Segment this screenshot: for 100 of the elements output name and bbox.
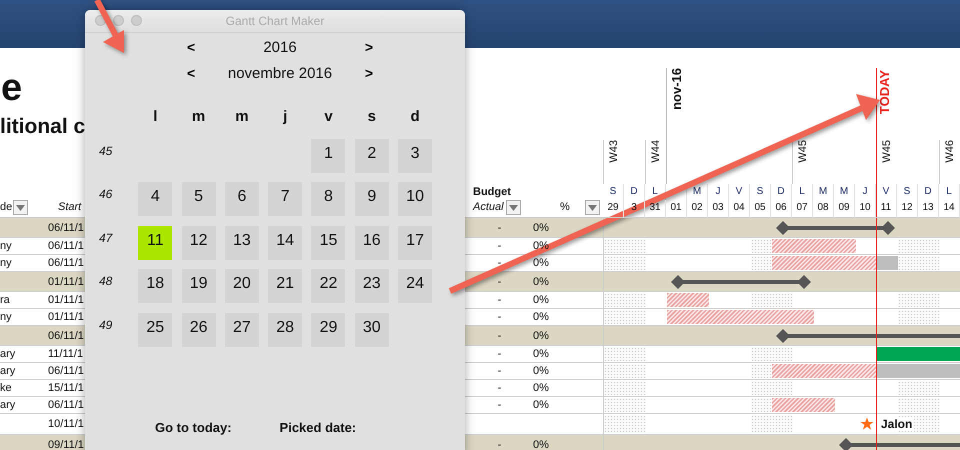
weekend-shading (604, 310, 646, 324)
calendar-day[interactable]: 27 (224, 312, 259, 347)
table-cell: - (498, 222, 502, 234)
planned-bar (772, 398, 835, 412)
table-cell: - (498, 311, 502, 323)
milestone-label: Jalon (880, 417, 914, 431)
calendar-day[interactable]: 30 (354, 312, 389, 347)
previous-month-button[interactable]: < (185, 65, 198, 81)
week-number: 45 (98, 142, 114, 160)
picked-date-label: Picked date: (280, 420, 356, 435)
calendar-day[interactable]: 17 (398, 226, 432, 260)
calendar-day[interactable]: 21 (268, 269, 302, 304)
filter-dropdown-button[interactable] (584, 200, 600, 215)
week-label: W46 (943, 140, 957, 163)
table-cell: - (498, 330, 502, 342)
planned-bar (667, 293, 709, 307)
column-header: Start (58, 200, 82, 215)
week-label: W45 (880, 140, 894, 163)
calendar-day[interactable]: 7 (268, 182, 302, 216)
calendar-day[interactable]: 10 (398, 182, 432, 216)
year-label: 2016 (263, 38, 297, 56)
week-number: 46 (98, 186, 114, 204)
weekday-letter: L (792, 184, 813, 200)
calendar-day[interactable]: 29 (311, 312, 346, 347)
weekend-shading (604, 239, 646, 253)
caret-icon (588, 204, 597, 210)
weekend-shading (604, 256, 646, 270)
overdue-bar (877, 256, 898, 270)
week-number: 48 (98, 273, 114, 290)
table-cell: 0% (533, 276, 549, 288)
table-cell: ary (0, 348, 16, 360)
table-cell: ny (0, 311, 12, 323)
weekend-shading (751, 364, 772, 378)
weekday-letter: S (750, 184, 771, 200)
weekend-shading (604, 347, 646, 361)
calendar-day[interactable]: 23 (354, 269, 389, 304)
weekday-header: j (282, 107, 288, 127)
calendar-day[interactable]: 13 (224, 226, 259, 260)
calendar-day[interactable]: 8 (311, 182, 346, 216)
today-label: TODAY (878, 70, 892, 114)
table-cell: 01/11/1 (48, 294, 84, 306)
table-cell: 0% (533, 311, 549, 323)
weekend-shading (751, 415, 793, 433)
calendar-day[interactable]: 24 (398, 269, 432, 304)
table-cell: - (498, 399, 502, 411)
weekday-letter: D (771, 184, 792, 200)
calendar-day[interactable]: 1 (311, 138, 346, 173)
calendar-day[interactable]: 14 (268, 226, 302, 260)
table-cell: 0% (533, 294, 549, 306)
weekday-header: m (190, 107, 206, 127)
table-cell: - (498, 276, 502, 288)
previous-year-button[interactable]: < (185, 39, 198, 55)
calendar-day[interactable]: 12 (182, 226, 216, 260)
weekend-shading (898, 293, 940, 307)
next-month-button[interactable]: > (362, 65, 375, 81)
calendar-day[interactable]: 16 (354, 226, 389, 260)
calendar-day[interactable]: 9 (354, 182, 389, 216)
column-header: Budget (473, 185, 511, 200)
filter-dropdown-button[interactable] (506, 200, 521, 215)
week-label: W43 (607, 140, 621, 163)
calendar-day[interactable]: 19 (182, 269, 216, 304)
weekday-letter: D (624, 184, 645, 200)
table-cell: 0% (533, 399, 549, 411)
table-cell: - (498, 382, 502, 394)
month-label: novembre 2016 (228, 64, 332, 82)
calendar-day[interactable]: 5 (182, 182, 216, 216)
calendar-day[interactable]: 18 (138, 269, 172, 304)
calendar-day[interactable]: 11 (138, 226, 172, 260)
calendar-day[interactable]: 20 (224, 269, 259, 304)
table-cell: ary (0, 365, 16, 377)
weekday-header: l (152, 107, 158, 127)
calendar-day[interactable]: 26 (182, 312, 216, 347)
calendar-day[interactable]: 4 (138, 182, 172, 216)
calendar-day[interactable]: 28 (268, 312, 302, 347)
calendar-day[interactable]: 2 (354, 138, 389, 173)
go-to-today-label: Go to today: (155, 420, 232, 435)
table-cell: 06/11/1 (48, 257, 84, 269)
filter-dropdown-button[interactable] (13, 200, 28, 215)
calendar-day[interactable]: 3 (398, 138, 432, 173)
calendar-day[interactable]: 6 (224, 182, 259, 216)
week-number: 49 (98, 316, 114, 334)
calendar-day[interactable]: 22 (311, 269, 346, 304)
table-cell: 06/11/1 (48, 330, 84, 342)
weekend-shading (604, 381, 646, 395)
weekday-letter: V (729, 184, 750, 200)
calendar-day[interactable]: 15 (311, 226, 346, 260)
week-label: W44 (649, 140, 663, 163)
weekend-shading (604, 364, 646, 378)
weekday-letter: M (813, 184, 834, 200)
next-year-button[interactable]: > (362, 39, 375, 55)
table-cell: 01/11/1 (48, 276, 84, 288)
weekend-shading (751, 256, 772, 270)
table-cell: - (498, 257, 502, 269)
table-cell: 11/11/1 (48, 348, 84, 360)
caret-icon (16, 204, 26, 210)
calendar-day[interactable]: 25 (138, 312, 172, 347)
table-cell: 06/11/1 (48, 399, 84, 411)
table-cell: 0% (533, 382, 549, 394)
page-subtitle: litional c (0, 114, 86, 140)
table-cell: 01/11/1 (48, 311, 84, 323)
